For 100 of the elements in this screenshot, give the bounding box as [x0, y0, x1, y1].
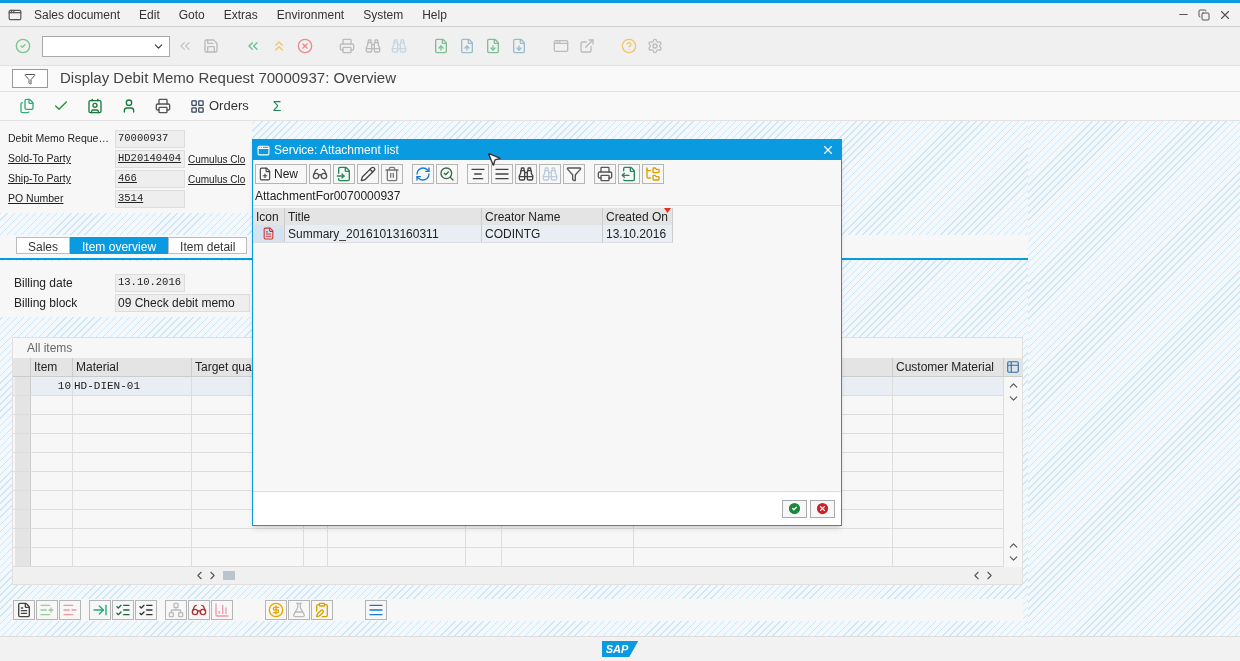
close-icon[interactable]	[821, 143, 835, 157]
field-value: HD20140404	[115, 150, 185, 168]
window-icon	[553, 38, 569, 54]
filter-icon	[24, 72, 36, 85]
command-field[interactable]	[42, 35, 170, 57]
field-value: 13.10.2016	[115, 274, 185, 292]
list-minus-icon	[62, 602, 78, 618]
page-up-icon	[433, 38, 449, 54]
glasses-icon	[312, 166, 328, 182]
field-label: Billing block	[14, 295, 79, 312]
print-icon	[155, 98, 171, 114]
restore-icon[interactable]	[1198, 8, 1210, 21]
field-label[interactable]: Ship-To Party	[8, 171, 115, 187]
column-header[interactable]: Creator Name	[485, 207, 561, 226]
documents-icon	[19, 98, 35, 114]
refresh-icon	[415, 166, 431, 182]
window-arrow-icon	[579, 38, 595, 54]
binoculars-icon	[518, 166, 534, 182]
table-title: All items	[26, 340, 74, 357]
toolbar-button[interactable]	[13, 600, 35, 620]
field-label[interactable]: PO Number	[8, 191, 115, 207]
document-icon	[258, 167, 272, 181]
flask-icon	[291, 602, 307, 618]
menu-item[interactable]: Sales document	[34, 5, 121, 24]
menu-button[interactable]	[12, 69, 48, 88]
search-icon	[439, 166, 455, 182]
page-down-icon	[511, 38, 527, 54]
mouse-cursor-icon	[486, 151, 502, 167]
list-icon	[115, 602, 131, 618]
orders-button[interactable]: Orders	[190, 96, 249, 116]
scroll-thumb[interactable]	[223, 571, 235, 580]
new-button[interactable]: New	[255, 164, 307, 184]
tab[interactable]: Sales	[16, 237, 71, 254]
column-header[interactable]: Icon	[256, 207, 279, 226]
table-cell: CODINTG	[482, 225, 603, 242]
menu-icon[interactable]	[8, 7, 22, 22]
toolbar-button[interactable]	[135, 600, 157, 620]
menu-item[interactable]: Extras	[223, 5, 258, 24]
help-icon	[621, 38, 637, 54]
toolbar-button[interactable]	[309, 164, 331, 184]
pencil-icon	[360, 166, 376, 182]
menu-item[interactable]: Help	[422, 5, 447, 24]
binoculars-icon	[365, 38, 381, 54]
toolbar-button[interactable]	[563, 164, 585, 184]
column-header[interactable]: Item	[34, 358, 58, 376]
menu-item[interactable]: Environment	[276, 5, 345, 24]
table-cell-text: HD-DIEN-01	[73, 378, 140, 394]
list-icon	[138, 602, 154, 618]
field-label: Billing date	[14, 275, 74, 292]
toolbar-button[interactable]	[188, 600, 210, 620]
binoculars-icon	[542, 166, 558, 182]
pdf-file-icon[interactable]	[262, 227, 275, 240]
save-icon	[203, 38, 219, 54]
toolbar-button[interactable]	[491, 164, 513, 184]
lines-icon	[368, 602, 384, 618]
check-icon	[787, 501, 802, 516]
description-text[interactable]: Cumulus Clo	[188, 151, 246, 167]
column-settings-button[interactable]	[1004, 358, 1022, 376]
bar-chart-icon	[214, 602, 230, 618]
toolbar-button[interactable]	[515, 164, 537, 184]
column-header[interactable]: Title	[288, 207, 311, 226]
confirm-button[interactable]	[782, 499, 807, 518]
layout-icon	[645, 166, 661, 182]
sum-button[interactable]: Σ	[272, 95, 282, 117]
list-caption: AttachmentFor0070000937	[253, 186, 841, 206]
field-value: 466	[115, 170, 185, 188]
column-header[interactable]: Customer Material	[896, 358, 995, 376]
screen-title: Display Debit Memo Request 70000937: Overview	[60, 68, 396, 89]
column-header[interactable]: Target qua	[195, 358, 252, 376]
arrow-to-line-icon	[92, 602, 108, 618]
clipboard-icon	[314, 602, 330, 618]
toolbar-button[interactable]	[357, 164, 379, 184]
coin-icon	[268, 602, 284, 618]
table-cell: 13.10.2016	[603, 225, 673, 242]
menu-item[interactable]: System	[363, 5, 404, 24]
field-label: Debit Memo Reque…	[8, 131, 110, 147]
document-arrow-icon	[336, 166, 352, 182]
sort-indicator-icon	[664, 208, 671, 213]
field-value: 09 Check debit memo	[115, 294, 250, 312]
cancel-button[interactable]	[810, 499, 835, 518]
column-header[interactable]: Material	[76, 358, 119, 376]
list-plus-icon	[39, 602, 55, 618]
menu-item[interactable]: Edit	[139, 5, 160, 24]
menu-item[interactable]: Goto	[178, 5, 205, 24]
toolbar-button[interactable]	[436, 164, 458, 184]
toolbar-button[interactable]	[467, 164, 489, 184]
settings-icon	[647, 38, 663, 54]
table-icon	[1006, 360, 1020, 374]
description-text[interactable]: Cumulus Clo	[188, 171, 246, 187]
page-up-icon	[459, 38, 475, 54]
field-label[interactable]: Sold-To Party	[8, 151, 115, 167]
cancel-icon	[297, 38, 313, 54]
network-icon	[168, 602, 184, 618]
document-icon	[16, 602, 32, 618]
sort-icon	[494, 166, 510, 182]
tab[interactable]: Item detail	[168, 237, 248, 254]
toolbar-button[interactable]	[594, 164, 616, 184]
contact-card-icon	[87, 98, 103, 114]
toolbar-button[interactable]	[112, 600, 134, 620]
column-header[interactable]: Created On	[606, 207, 669, 226]
